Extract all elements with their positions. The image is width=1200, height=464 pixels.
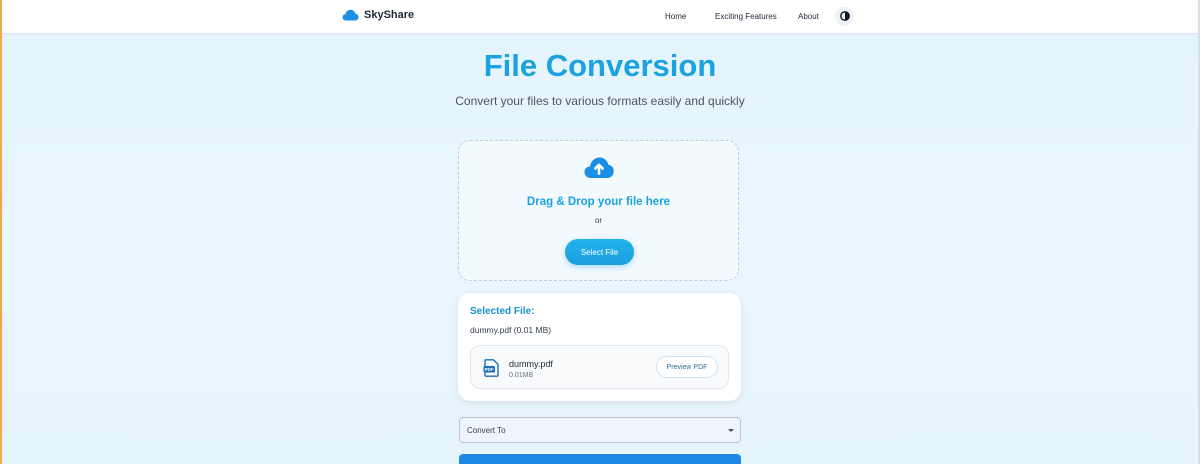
brand-name: SkyShare (364, 9, 415, 21)
selected-file-label: Selected File: (470, 306, 535, 317)
page: SkyShare Home Exciting Features About Fi… (2, 0, 1198, 464)
file-size: 0.01MB (509, 372, 534, 379)
contrast-icon (839, 8, 850, 26)
selected-file-card: Selected File: dummy.pdf (0.01 MB) PDF d… (458, 293, 741, 401)
brand[interactable]: SkyShare (342, 9, 414, 21)
theme-toggle-button[interactable] (835, 7, 854, 26)
file-item: PDF dummy.pdf 0.01MB Preview PDF (470, 345, 729, 389)
pdf-file-icon: PDF (483, 359, 499, 382)
convert-to-value: Convert To (467, 426, 506, 435)
nav-link-home[interactable]: Home (665, 12, 686, 21)
navbar: SkyShare Home Exciting Features About (2, 0, 1198, 33)
nav-link-about[interactable]: About (798, 12, 819, 21)
dropzone-or-text: or (594, 216, 603, 225)
selected-file-summary: dummy.pdf (0.01 MB) (470, 325, 552, 335)
cloud-upload-icon (583, 156, 615, 185)
cloud-icon (342, 9, 359, 21)
select-file-button[interactable]: Select File (565, 239, 634, 265)
page-subtitle: Convert your files to various formats ea… (455, 94, 745, 108)
chevron-down-icon (728, 429, 734, 432)
convert-to-select[interactable]: Convert To (459, 417, 741, 443)
dropzone-heading: Drag & Drop your file here (526, 196, 671, 208)
file-name: dummy.pdf (509, 359, 553, 369)
file-dropzone[interactable]: Drag & Drop your file here or Select Fil… (458, 140, 739, 281)
page-title: File Conversion (483, 48, 717, 83)
preview-pdf-button[interactable]: Preview PDF (656, 356, 718, 378)
convert-button[interactable] (459, 454, 741, 464)
svg-text:PDF: PDF (485, 367, 494, 372)
nav-link-exciting-features[interactable]: Exciting Features (715, 12, 777, 21)
